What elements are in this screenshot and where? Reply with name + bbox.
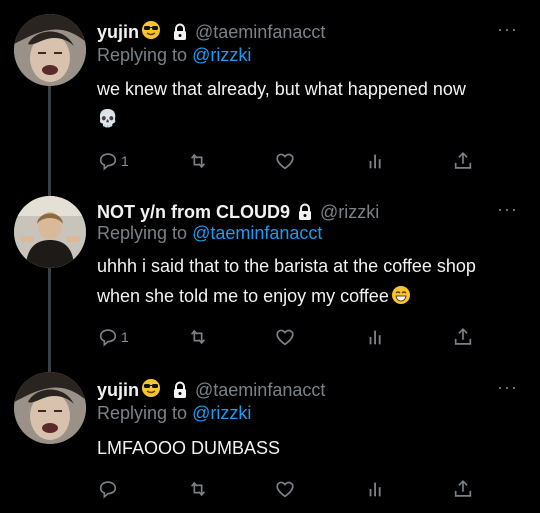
reply-icon xyxy=(99,481,117,499)
analytics-icon xyxy=(369,482,381,497)
lock-icon xyxy=(171,381,189,399)
avatar[interactable] xyxy=(14,372,86,444)
reply-mention-link[interactable]: @rizzki xyxy=(192,403,251,423)
share-icon xyxy=(454,480,472,497)
tweet-text-line: LMFAOOO DUMBASS xyxy=(97,438,281,458)
like-button[interactable] xyxy=(274,476,296,502)
tweet-header: yujin @taeminfanacct xyxy=(97,377,325,403)
sunglasses-emoji-icon xyxy=(141,378,161,403)
tweet-text: LMFAOOO DUMBASS xyxy=(97,433,522,463)
display-name[interactable]: yujin xyxy=(97,380,139,401)
analytics-button[interactable] xyxy=(365,476,387,502)
replying-to: Replying to @rizzki xyxy=(97,403,251,424)
user-handle[interactable]: @taeminfanacct xyxy=(195,380,325,401)
tweet-actions xyxy=(97,476,477,502)
share-button[interactable] xyxy=(452,476,474,502)
retweet-button[interactable] xyxy=(187,476,209,502)
more-options-icon[interactable]: ··· xyxy=(497,377,518,398)
like-icon xyxy=(276,481,294,498)
retweet-icon xyxy=(190,481,206,497)
replying-to-label: Replying to xyxy=(97,403,193,423)
tweet-3[interactable]: yujin @taeminfanacct ··· Replying to @ri… xyxy=(0,0,540,513)
reply-button[interactable] xyxy=(97,476,119,502)
